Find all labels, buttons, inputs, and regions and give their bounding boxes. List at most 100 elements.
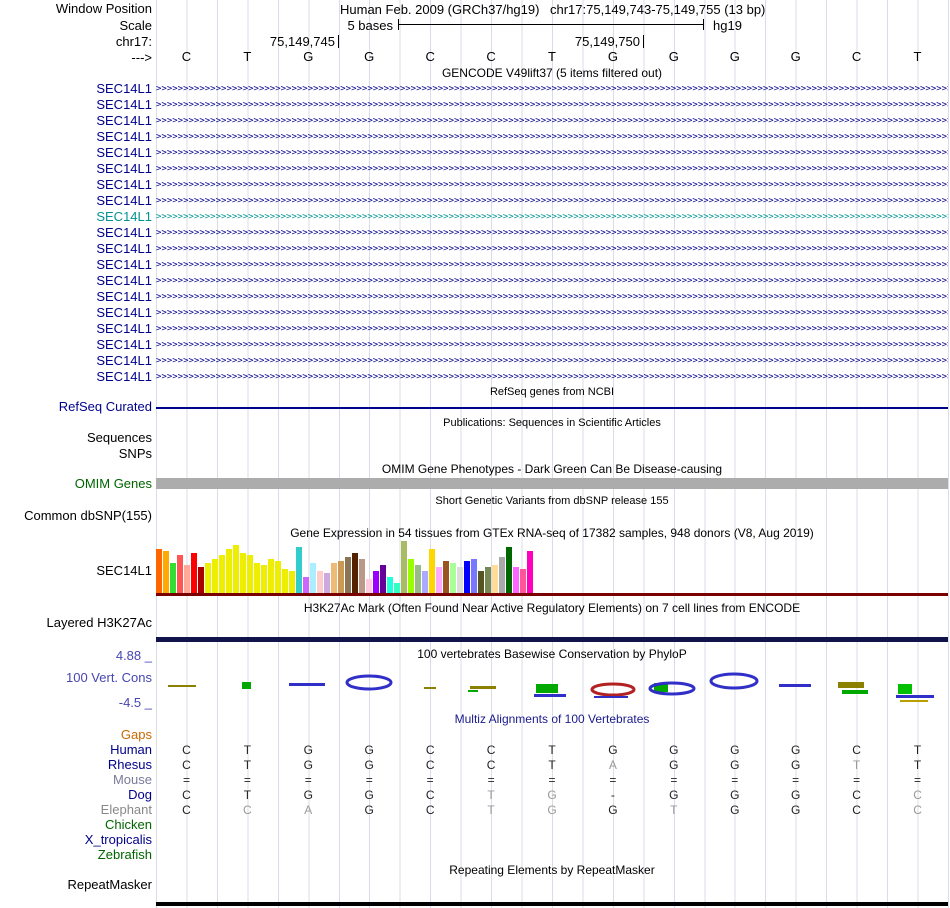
gene-label-sec14l1[interactable]: SEC14L1 (96, 242, 152, 256)
gtex-tissue-bar[interactable] (191, 553, 197, 593)
species-label-elephant[interactable]: Elephant (101, 803, 152, 817)
gtex-tissue-bar[interactable] (247, 555, 253, 593)
gene-label-sec14l1[interactable]: SEC14L1 (96, 306, 152, 320)
gene-label-sec14l1[interactable]: SEC14L1 (96, 258, 152, 272)
sequences-label[interactable]: Sequences (87, 431, 152, 445)
repeatmasker-track-bar[interactable] (156, 902, 948, 906)
transcript-arrow-line[interactable]: >>>>>>>>>>>>>>>>>>>>>>>>>>>>>>>>>>>>>>>>… (156, 259, 948, 271)
conservation-track-label[interactable]: 100 Vert. Cons (66, 671, 152, 685)
species-label-dog[interactable]: Dog (128, 788, 152, 802)
gene-label-sec14l1[interactable]: SEC14L1 (96, 274, 152, 288)
gtex-tissue-bar[interactable] (499, 557, 505, 593)
transcript-arrow-line[interactable]: >>>>>>>>>>>>>>>>>>>>>>>>>>>>>>>>>>>>>>>>… (156, 147, 948, 159)
layered-h3k27ac-label[interactable]: Layered H3K27Ac (46, 616, 152, 630)
transcript-arrow-line[interactable]: >>>>>>>>>>>>>>>>>>>>>>>>>>>>>>>>>>>>>>>>… (156, 243, 948, 255)
gtex-tissue-bar[interactable] (471, 559, 477, 593)
gtex-tissue-bar[interactable] (261, 565, 267, 593)
transcript-arrow-line[interactable]: >>>>>>>>>>>>>>>>>>>>>>>>>>>>>>>>>>>>>>>>… (156, 291, 948, 303)
gtex-tissue-bar[interactable] (254, 563, 260, 593)
gene-label-sec14l1[interactable]: SEC14L1 (96, 194, 152, 208)
gtex-tissue-bar[interactable] (205, 563, 211, 593)
gtex-tissue-bar[interactable] (450, 563, 456, 593)
transcript-arrow-line[interactable]: >>>>>>>>>>>>>>>>>>>>>>>>>>>>>>>>>>>>>>>>… (156, 83, 948, 95)
gtex-tissue-bar[interactable] (163, 551, 169, 593)
transcript-arrow-line[interactable]: >>>>>>>>>>>>>>>>>>>>>>>>>>>>>>>>>>>>>>>>… (156, 131, 948, 143)
h3k27ac-signal-bar[interactable] (156, 637, 948, 642)
transcript-arrow-line[interactable]: >>>>>>>>>>>>>>>>>>>>>>>>>>>>>>>>>>>>>>>>… (156, 339, 948, 351)
gtex-tissue-bar[interactable] (478, 571, 484, 593)
gtex-tissue-bar[interactable] (324, 573, 330, 593)
gtex-tissue-bar[interactable] (506, 547, 512, 593)
transcript-arrow-line[interactable]: >>>>>>>>>>>>>>>>>>>>>>>>>>>>>>>>>>>>>>>>… (156, 99, 948, 111)
gtex-tissue-bar[interactable] (520, 569, 526, 593)
gene-label-sec14l1[interactable]: SEC14L1 (96, 290, 152, 304)
gtex-tissue-bar[interactable] (170, 563, 176, 593)
gtex-tissue-bar[interactable] (457, 567, 463, 593)
gtex-tissue-bar[interactable] (198, 567, 204, 593)
gtex-tissue-bar[interactable] (345, 557, 351, 593)
gtex-tissue-bar[interactable] (366, 579, 372, 593)
gtex-tissue-bar[interactable] (387, 577, 393, 593)
gtex-tissue-bar[interactable] (513, 567, 519, 593)
transcript-arrow-line[interactable]: >>>>>>>>>>>>>>>>>>>>>>>>>>>>>>>>>>>>>>>>… (156, 211, 948, 223)
gtex-tissue-bar[interactable] (331, 563, 337, 593)
gene-label-sec14l1[interactable]: SEC14L1 (96, 354, 152, 368)
omim-genes-label[interactable]: OMIM Genes (75, 477, 152, 491)
gene-label-sec14l1[interactable]: SEC14L1 (96, 322, 152, 336)
species-label-zebrafish[interactable]: Zebrafish (98, 848, 152, 862)
gtex-tissue-bar[interactable] (212, 559, 218, 593)
gtex-tissue-bar[interactable] (436, 567, 442, 593)
omim-gene-bar[interactable] (156, 478, 948, 489)
species-label-rhesus[interactable]: Rhesus (108, 758, 152, 772)
gtex-tissue-bar[interactable] (156, 549, 162, 593)
transcript-arrow-line[interactable]: >>>>>>>>>>>>>>>>>>>>>>>>>>>>>>>>>>>>>>>>… (156, 355, 948, 367)
transcript-arrow-line[interactable]: >>>>>>>>>>>>>>>>>>>>>>>>>>>>>>>>>>>>>>>>… (156, 195, 948, 207)
transcript-arrow-line[interactable]: >>>>>>>>>>>>>>>>>>>>>>>>>>>>>>>>>>>>>>>>… (156, 163, 948, 175)
gene-label-sec14l1[interactable]: SEC14L1 (96, 146, 152, 160)
gtex-tissue-bar[interactable] (408, 559, 414, 593)
gtex-tissue-bar[interactable] (275, 561, 281, 593)
common-dbsnp-label[interactable]: Common dbSNP(155) (24, 509, 152, 523)
gtex-tissue-bar[interactable] (310, 563, 316, 593)
gtex-tissue-bar[interactable] (317, 571, 323, 593)
gtex-tissue-bar[interactable] (394, 583, 400, 593)
gtex-tissue-bar[interactable] (177, 555, 183, 593)
gtex-tissue-bar[interactable] (303, 577, 309, 593)
gtex-tissue-bar[interactable] (359, 559, 365, 593)
gtex-tissue-bar[interactable] (282, 569, 288, 593)
gtex-tissue-bar[interactable] (268, 559, 274, 593)
gtex-tissue-bar[interactable] (240, 553, 246, 593)
transcript-arrow-line[interactable]: >>>>>>>>>>>>>>>>>>>>>>>>>>>>>>>>>>>>>>>>… (156, 275, 948, 287)
gtex-tissue-bar[interactable] (373, 571, 379, 593)
refseq-curated-label[interactable]: RefSeq Curated (59, 400, 152, 414)
gtex-tissue-bar[interactable] (527, 551, 533, 593)
repeatmasker-label[interactable]: RepeatMasker (67, 878, 152, 892)
gtex-tissue-bar[interactable] (485, 567, 491, 593)
gtex-tissue-bar[interactable] (289, 571, 295, 593)
transcript-arrow-line[interactable]: >>>>>>>>>>>>>>>>>>>>>>>>>>>>>>>>>>>>>>>>… (156, 323, 948, 335)
species-label-gaps[interactable]: Gaps (121, 728, 152, 742)
gtex-tissue-bar[interactable] (443, 561, 449, 593)
gtex-tissue-bar[interactable] (401, 541, 407, 593)
gtex-tissue-bar[interactable] (415, 565, 421, 593)
gene-label-sec14l1[interactable]: SEC14L1 (96, 98, 152, 112)
gene-label-sec14l1[interactable]: SEC14L1 (96, 370, 152, 384)
gtex-tissue-bar[interactable] (464, 561, 470, 593)
gtex-tissue-bar[interactable] (429, 549, 435, 593)
species-label-x_tropicalis[interactable]: X_tropicalis (85, 833, 152, 847)
gene-label-sec14l1[interactable]: SEC14L1 (96, 114, 152, 128)
gene-label-sec14l1[interactable]: SEC14L1 (96, 162, 152, 176)
gene-label-sec14l1[interactable]: SEC14L1 (96, 178, 152, 192)
species-label-mouse[interactable]: Mouse (113, 773, 152, 787)
transcript-arrow-line[interactable]: >>>>>>>>>>>>>>>>>>>>>>>>>>>>>>>>>>>>>>>>… (156, 179, 948, 191)
transcript-arrow-line[interactable]: >>>>>>>>>>>>>>>>>>>>>>>>>>>>>>>>>>>>>>>>… (156, 115, 948, 127)
gtex-tissue-bar[interactable] (352, 553, 358, 593)
transcript-arrow-line[interactable]: >>>>>>>>>>>>>>>>>>>>>>>>>>>>>>>>>>>>>>>>… (156, 227, 948, 239)
transcript-arrow-line[interactable]: >>>>>>>>>>>>>>>>>>>>>>>>>>>>>>>>>>>>>>>>… (156, 371, 948, 383)
gtex-tissue-bar[interactable] (226, 549, 232, 593)
species-label-chicken[interactable]: Chicken (105, 818, 152, 832)
gtex-tissue-bar[interactable] (233, 545, 239, 593)
gene-label-sec14l1[interactable]: SEC14L1 (96, 338, 152, 352)
gtex-tissue-bar[interactable] (492, 565, 498, 593)
refseq-gene-bar[interactable] (156, 407, 948, 409)
